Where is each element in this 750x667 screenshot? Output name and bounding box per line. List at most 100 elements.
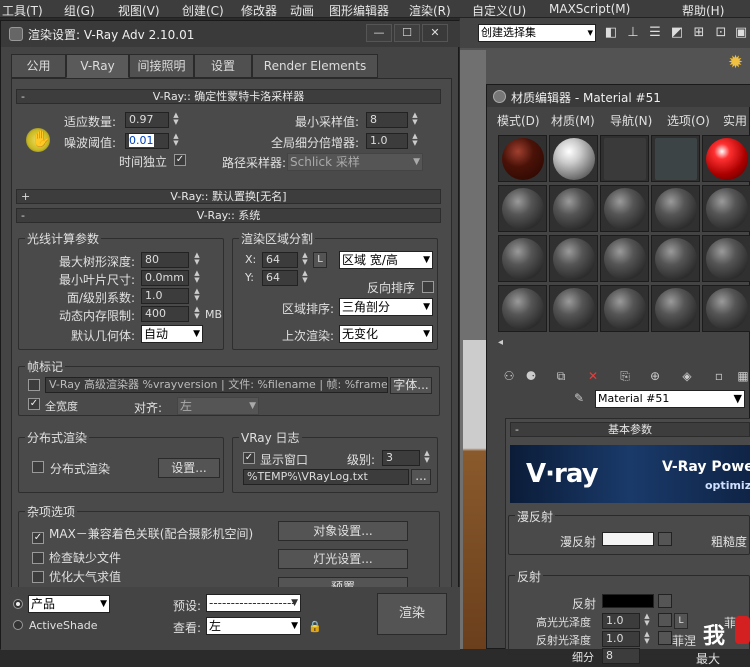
frame-stamp-checkbox[interactable] [28, 379, 40, 391]
check-missing-files-checkbox[interactable] [32, 552, 44, 564]
put-to-library-icon[interactable]: ⊕ [647, 368, 663, 384]
put-to-scene-icon[interactable]: ⚈ [523, 368, 539, 384]
material-slot[interactable] [600, 135, 649, 182]
curve-editor-icon[interactable]: ◩ [668, 24, 686, 42]
me-menu-options[interactable]: 选项(O) [667, 112, 710, 129]
menu-modifiers[interactable]: 修改器 [241, 2, 277, 19]
rollout-dmc-sampler[interactable]: - V-Ray:: 确定性蒙特卡洛采样器 [16, 89, 441, 104]
object-settings-button[interactable]: 对象设置... [278, 521, 408, 541]
hilight-gloss-map-button[interactable] [658, 613, 672, 627]
spinner-arrows-icon[interactable]: ▲ ▼ [192, 288, 202, 304]
region-mode-select[interactable]: 区域 宽/高 ▼ [339, 251, 433, 269]
default-geom-select[interactable]: 自动 ▼ [141, 325, 203, 343]
face-coef-field[interactable]: 1.0 [141, 288, 189, 304]
tab-vray[interactable]: V-Ray [66, 54, 129, 78]
menu-animation[interactable]: 动画 [290, 2, 314, 19]
hilight-lock-button[interactable]: L [674, 613, 688, 629]
distributed-settings-button[interactable]: 设置... [158, 458, 220, 478]
align-icon[interactable]: ⊥ [624, 24, 642, 42]
spinner-arrows-icon[interactable]: ▲ ▼ [300, 270, 310, 286]
material-slot[interactable] [600, 285, 649, 332]
material-slot[interactable] [600, 185, 649, 232]
max-compat-checkbox[interactable]: ✓ [32, 532, 44, 544]
layer-icon[interactable]: ☰ [646, 24, 664, 42]
full-width-checkbox[interactable]: ✓ [28, 398, 40, 410]
scroll-left-icon[interactable]: ◂ [498, 337, 512, 353]
menu-customize[interactable]: 自定义(U) [472, 2, 526, 19]
material-editor-titlebar[interactable]: 材质编辑器 - Material #51 [487, 85, 750, 107]
preset-select[interactable]: -------------------- ▼ [206, 594, 301, 612]
min-samples-field[interactable]: 8 [366, 112, 408, 128]
material-slot[interactable] [651, 285, 700, 332]
path-sampler-select[interactable]: Schlick 采样 ▼ [287, 153, 423, 171]
material-slot[interactable] [549, 135, 598, 182]
material-slot[interactable] [498, 285, 547, 332]
log-path-field[interactable]: %TEMP%\VRayLog.txt [243, 469, 409, 485]
log-level-field[interactable]: 3 [382, 450, 420, 466]
close-button[interactable]: ✕ [422, 24, 448, 42]
spinner-arrows-icon[interactable]: ▲ ▼ [300, 252, 310, 268]
reflect-map-button[interactable] [658, 594, 672, 608]
maximize-button[interactable]: ☐ [394, 24, 420, 42]
material-slot[interactable] [702, 235, 750, 282]
adaptive-amount-field[interactable]: 0.97 [125, 112, 169, 128]
menu-view[interactable]: 视图(V) [118, 2, 160, 19]
spinner-arrows-icon[interactable]: ▲ ▼ [422, 450, 432, 466]
spinner-arrows-icon[interactable]: ▲ ▼ [642, 613, 652, 629]
render-dialog-titlebar[interactable]: 渲染设置: V-Ray Adv 2.10.01 — ☐ ✕ [1, 21, 460, 47]
optimize-atmo-checkbox[interactable] [32, 571, 44, 583]
subdivs-field[interactable]: 8 [602, 648, 640, 664]
view-select[interactable]: 左 ▼ [206, 617, 301, 635]
selection-set-combo[interactable]: 创建选择集 ▾ [478, 24, 596, 42]
noise-threshold-field[interactable]: 0.01 [125, 133, 169, 149]
region-y-field[interactable]: 64 [262, 270, 298, 286]
material-slot[interactable] [498, 135, 547, 182]
log-browse-button[interactable]: ... [411, 469, 431, 485]
mem-limit-field[interactable]: 400 [141, 306, 189, 322]
region-x-field[interactable]: 64 [262, 252, 298, 268]
region-seq-select[interactable]: 三角剖分 ▼ [339, 298, 433, 316]
menu-graph-editors[interactable]: 图形编辑器 [329, 2, 389, 19]
material-slot[interactable] [651, 135, 700, 182]
min-leaf-field[interactable]: 0.0mm [141, 270, 189, 286]
menu-create[interactable]: 创建(C) [182, 2, 224, 19]
menu-tools[interactable]: 工具(T) [2, 2, 43, 19]
tab-common[interactable]: 公用 [11, 54, 66, 78]
frame-stamp-text-field[interactable]: V-Ray 高级渲染器 %vrayversion | 文件: %filename… [45, 377, 388, 393]
hilight-gloss-field[interactable]: 1.0 [602, 613, 640, 629]
me-menu-navigation[interactable]: 导航(N) [610, 112, 652, 129]
diffuse-map-button[interactable] [658, 532, 672, 546]
material-editor-icon[interactable]: ⊡ [712, 24, 730, 42]
diffuse-color-swatch[interactable] [602, 532, 654, 546]
material-slot[interactable] [549, 285, 598, 332]
spinner-arrows-icon[interactable]: ▲ ▼ [171, 112, 181, 128]
spinner-arrows-icon[interactable]: ▲ ▼ [192, 306, 202, 322]
max-tree-depth-field[interactable]: 80 [141, 252, 189, 268]
material-slot[interactable] [549, 185, 598, 232]
assign-to-selection-icon[interactable]: ⧉ [553, 368, 569, 384]
material-slot[interactable] [549, 235, 598, 282]
material-slot[interactable] [702, 285, 750, 332]
menu-maxscript[interactable]: MAXScript(M) [549, 2, 630, 16]
me-menu-utilities[interactable]: 实用 [723, 112, 747, 129]
show-end-result-icon[interactable]: ▦ [735, 368, 750, 384]
make-unique-icon[interactable]: ⎘ [617, 368, 633, 384]
spinner-arrows-icon[interactable]: ▲ ▼ [192, 270, 202, 286]
render-setup-icon[interactable]: ▣ [732, 24, 750, 42]
show-in-viewport-icon[interactable]: ▫ [711, 368, 727, 384]
tab-settings[interactable]: 设置 [194, 54, 252, 78]
reflect-color-swatch[interactable] [602, 594, 654, 608]
minimize-button[interactable]: — [366, 24, 392, 42]
time-independent-checkbox[interactable]: ✓ [174, 154, 186, 166]
reset-map-icon[interactable]: ✕ [585, 368, 601, 384]
tab-render-elements[interactable]: Render Elements [252, 54, 378, 78]
justify-select[interactable]: 左 ▼ [177, 397, 259, 415]
font-button[interactable]: 字体... [390, 377, 432, 394]
material-name-field[interactable]: Material #51 ▼ [595, 390, 745, 408]
light-settings-button[interactable]: 灯光设置... [278, 549, 408, 569]
material-slot[interactable] [651, 185, 700, 232]
show-window-checkbox[interactable]: ✓ [243, 452, 255, 464]
global-subdivs-field[interactable]: 1.0 [366, 133, 408, 149]
prev-render-select[interactable]: 无变化 ▼ [339, 325, 433, 343]
schematic-view-icon[interactable]: ⊞ [690, 24, 708, 42]
